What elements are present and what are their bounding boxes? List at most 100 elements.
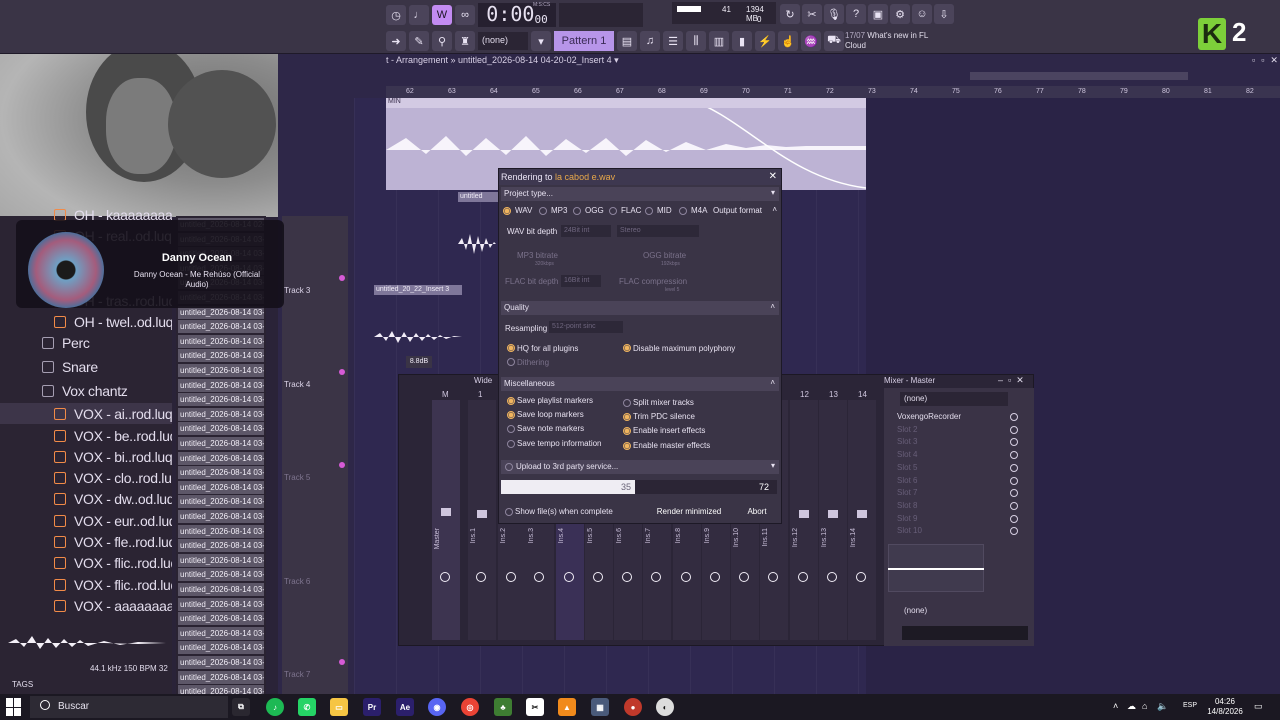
file-list-item[interactable]: untitled_2026-08-14 03- — [178, 524, 264, 538]
browser-item[interactable]: OH - twel..od.luqui — [0, 311, 172, 332]
browser-item[interactable]: VOX - clo..rod.luqui — [0, 467, 172, 488]
mixer-strip-insert[interactable] — [468, 400, 496, 640]
browser-item[interactable]: VOX - aaaaaaaaaa — [0, 595, 172, 616]
channel-rack-icon[interactable]: ☰ — [663, 31, 683, 51]
misc-option-checkbox[interactable] — [623, 442, 631, 450]
browser-item[interactable]: VOX - flic..rod.luqui — [0, 552, 172, 573]
file-list-item[interactable]: untitled_2026-08-14 03- — [178, 349, 264, 363]
mixer-fx-slot[interactable]: Slot 5 — [897, 463, 917, 472]
countdown-icon[interactable]: ∞ — [455, 5, 475, 25]
misc-option-checkbox[interactable] — [623, 427, 631, 435]
file-list-item[interactable]: untitled_2026-08-14 03- — [178, 685, 264, 694]
playlist-icon[interactable]: ▤ — [617, 31, 637, 51]
mixer-icon[interactable]: ⫼ — [686, 31, 706, 51]
file-list-item[interactable]: untitled_2026-08-14 03- — [178, 466, 264, 480]
tags-label[interactable]: TAGS — [12, 680, 33, 689]
file-list-item[interactable]: untitled_2026-08-14 03- — [178, 378, 264, 392]
mixer-bottom-preset[interactable]: (none) — [904, 606, 927, 615]
slot-enable-icon[interactable] — [1010, 463, 1018, 472]
browser-item[interactable]: Snare — [0, 356, 172, 377]
resampling-select[interactable]: 512-point sinc — [549, 321, 623, 333]
calculator-icon[interactable]: ▦ — [591, 698, 609, 716]
render-minimized-button[interactable]: Render minimized — [653, 502, 725, 520]
track-mute-dot[interactable] — [339, 369, 345, 375]
mixer-strip-insert[interactable] — [790, 400, 818, 640]
pan-knob-icon[interactable] — [506, 572, 516, 582]
format-radio[interactable] — [503, 207, 511, 215]
touch-icon[interactable]: ☝ — [778, 31, 798, 51]
show-files-checkbox[interactable] — [505, 508, 513, 516]
taskbar-clock[interactable]: 04:26 14/8/2026 — [1206, 697, 1244, 717]
capcut-icon[interactable]: ✂ — [526, 698, 544, 716]
pan-knob-icon[interactable] — [739, 572, 749, 582]
project-type-section[interactable]: Project type... ▾ — [501, 187, 779, 201]
language-indicator[interactable]: ESP — [1183, 702, 1197, 709]
mixer-strip-master[interactable] — [432, 400, 460, 640]
playlist-window-buttons[interactable]: ▫▫✕ — [1252, 55, 1280, 66]
spotify-icon[interactable]: ♪ — [266, 698, 284, 716]
browser-item[interactable]: VOX - dw..od.luqui — [0, 488, 172, 509]
chevron-up-icon[interactable]: ˄ — [1113, 701, 1118, 711]
task-view-icon[interactable]: ⧉ — [232, 698, 250, 716]
mixer-fx-slot[interactable]: Slot 7 — [897, 488, 917, 497]
mixer-bottom-input[interactable] — [902, 626, 1028, 640]
mixer-fx-slot[interactable]: Slot 3 — [897, 437, 917, 446]
dithering-checkbox[interactable] — [507, 358, 515, 366]
pan-knob-icon[interactable] — [768, 572, 778, 582]
news-panel[interactable]: 17/07 What's new in FL Cloud — [845, 31, 935, 51]
link-icon[interactable]: ⚲ — [432, 31, 452, 51]
file-list-item[interactable]: untitled_2026-08-14 03- — [178, 597, 264, 611]
bird-icon[interactable]: ♒ — [801, 31, 821, 51]
file-list-item[interactable]: untitled_2026-08-14 03- — [178, 364, 264, 377]
mixer-preset-select[interactable]: (none) — [900, 392, 1008, 406]
chevron-up-icon[interactable]: ˄ — [772, 205, 777, 214]
audio-clip-3-label[interactable]: untitled_20_22_Insert 3 — [374, 285, 462, 295]
arrow-right-icon[interactable]: ➜ — [386, 31, 406, 51]
disable-polyphony-checkbox[interactable] — [623, 344, 631, 352]
misc-option-checkbox[interactable] — [623, 413, 631, 421]
browser-item[interactable]: VOX - eur..od.luqui — [0, 510, 172, 531]
pattern-none-select[interactable]: (none) — [478, 32, 528, 50]
file-list-item[interactable]: untitled_2026-08-14 03- — [178, 510, 264, 523]
file-list-item[interactable]: untitled_2026-08-14 03- — [178, 422, 264, 436]
flac-bit-depth-select[interactable]: 16Bit int — [561, 275, 601, 287]
discord-icon[interactable]: ◉ — [428, 698, 446, 716]
file-explorer-icon[interactable]: ▭ — [330, 698, 348, 716]
pan-knob-icon[interactable] — [440, 572, 450, 582]
mixer-fx-slot[interactable]: Slot 8 — [897, 501, 917, 510]
file-list-item[interactable]: untitled_2026-08-14 03- — [178, 495, 264, 509]
plugin-icon[interactable]: ⚙ — [890, 4, 910, 24]
format-radio[interactable] — [645, 207, 653, 215]
cloud-icon[interactable]: ☁ — [1127, 701, 1136, 712]
track-label-6[interactable]: Track 6 — [284, 577, 310, 586]
stamp-icon[interactable]: ♜ — [455, 31, 475, 51]
pattern-dropdown-icon[interactable]: ▾ — [531, 31, 551, 51]
mixer-fx-slot[interactable]: Slot 4 — [897, 450, 917, 459]
browser-item[interactable]: VOX - fle..rod.luqui — [0, 531, 172, 552]
fader-handle[interactable] — [828, 510, 838, 518]
piano-roll-icon[interactable]: ♫ — [640, 31, 660, 51]
export-icon[interactable]: ⇩ — [934, 4, 954, 24]
obs-icon[interactable]: ● — [624, 698, 642, 716]
track-label-3[interactable]: Track 3 — [284, 286, 310, 295]
pan-knob-icon[interactable] — [681, 572, 691, 582]
audio-clip-2-label[interactable]: untitled — [458, 192, 500, 202]
file-list-item[interactable]: untitled_2026-08-14 03- — [178, 568, 264, 582]
track-label-4[interactable]: Track 4 — [284, 380, 310, 389]
premiere-icon[interactable]: Pr — [363, 698, 381, 716]
file-list-item[interactable]: untitled_2026-08-14 03- — [178, 480, 264, 494]
misc-section[interactable]: Miscellaneous ˄ — [501, 377, 779, 391]
file-list-item[interactable]: untitled_2026-08-14 03- — [178, 437, 264, 450]
file-list-item[interactable]: untitled_2026-08-14 03- — [178, 553, 264, 567]
file-list-item[interactable]: untitled_2026-08-14 03- — [178, 334, 264, 348]
app-icon[interactable]: ◐ — [656, 698, 674, 716]
mixer-fx-slot[interactable]: VoxengoRecorder — [897, 412, 961, 421]
file-list-item[interactable]: untitled_2026-08-14 03- — [178, 626, 264, 640]
pattern-song-toggle-icon[interactable]: ◷ — [386, 5, 406, 25]
slot-enable-icon[interactable] — [1010, 514, 1018, 523]
file-list-item[interactable]: untitled_2026-08-14 03- — [178, 451, 264, 465]
file-list-item[interactable]: untitled_2026-08-14 03- — [178, 393, 264, 407]
wait-input-icon[interactable]: W — [432, 5, 452, 25]
fader-handle[interactable] — [857, 510, 867, 518]
pan-knob-icon[interactable] — [827, 572, 837, 582]
